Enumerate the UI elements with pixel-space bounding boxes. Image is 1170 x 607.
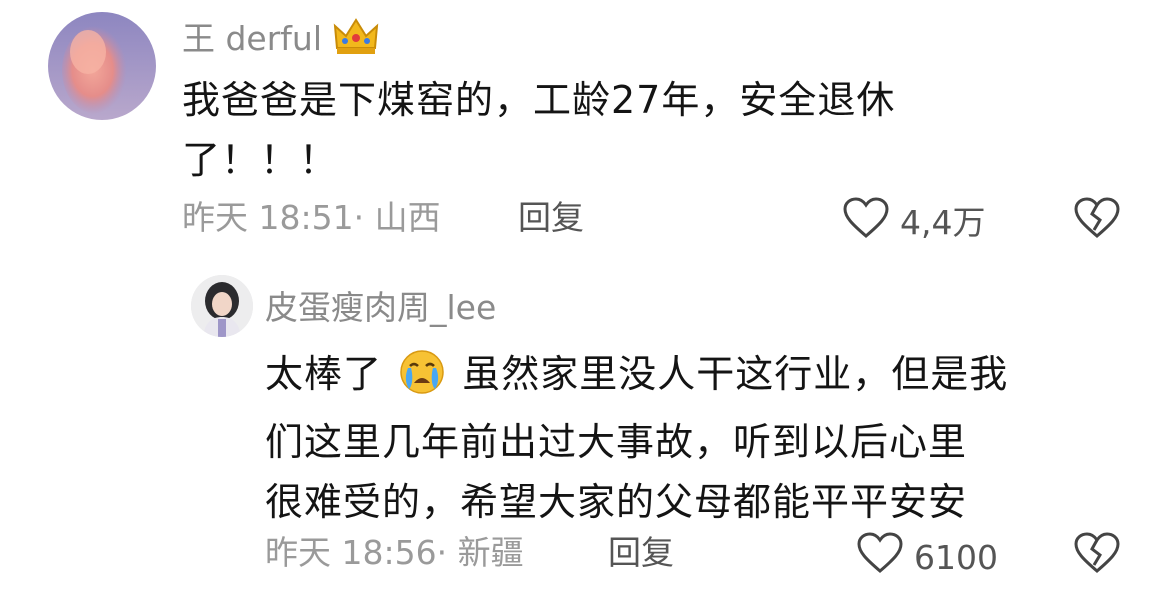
crying-face-emoji xyxy=(399,349,445,412)
comment-text: 我爸爸是下煤窑的，工龄27年，安全退休 了！！！ xyxy=(182,78,896,182)
heart-icon xyxy=(842,196,890,249)
username[interactable]: 皮蛋瘦肉周_lee xyxy=(265,288,496,328)
reply-button[interactable]: 回复 xyxy=(608,533,674,573)
username[interactable]: 王 derful xyxy=(182,18,379,65)
like-button[interactable]: 6100 xyxy=(856,531,998,584)
avatar[interactable] xyxy=(48,12,156,120)
like-count: 4,4万 xyxy=(900,202,986,242)
crown-icon xyxy=(333,18,379,65)
like-count: 6100 xyxy=(914,537,998,577)
avatar[interactable] xyxy=(191,275,253,337)
comment-text: 太棒了 虽然家里没人干这行业，但是我 们这里几年前出过大事故，听到以后心里 很难… xyxy=(265,344,1145,532)
broken-heart-icon[interactable] xyxy=(1073,196,1121,244)
like-button[interactable]: 4,4万 xyxy=(842,196,985,249)
broken-heart-icon[interactable] xyxy=(1073,531,1121,579)
reply-button[interactable]: 回复 xyxy=(518,198,584,238)
comment-timestamp-location: 昨天 18:56· 新疆 xyxy=(265,533,524,572)
heart-icon xyxy=(856,531,904,584)
comment-timestamp-location: 昨天 18:51· 山西 xyxy=(182,198,441,237)
